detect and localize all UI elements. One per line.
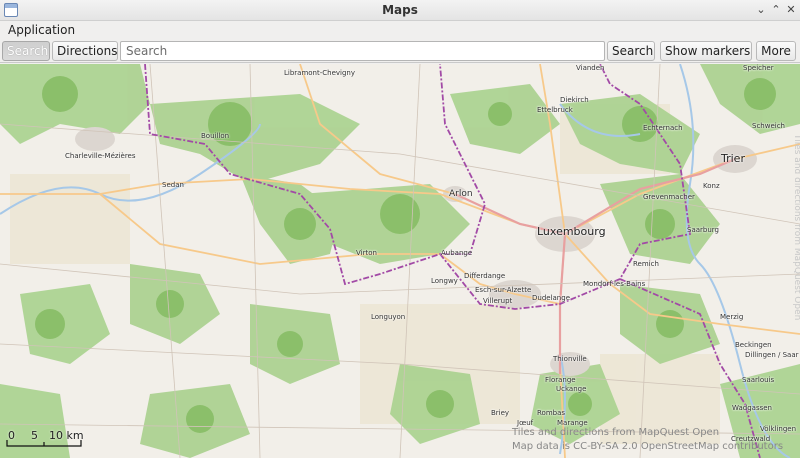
place-label: Dudelange	[532, 294, 570, 302]
place-label: Echternach	[643, 124, 683, 132]
place-label: Longuyon	[371, 313, 406, 321]
place-label: Konz	[703, 182, 720, 190]
tab-directions[interactable]: Directions	[52, 41, 118, 61]
place-label: Beckingen	[735, 341, 772, 349]
place-label: Ettelbruck	[537, 106, 573, 114]
place-label: Luxembourg	[537, 225, 606, 238]
place-label: Longwy	[431, 277, 458, 285]
place-label: Uckange	[556, 385, 587, 393]
place-label: Diekirch	[560, 96, 589, 104]
place-label: Vianden	[576, 64, 605, 72]
place-label: Saarburg	[687, 226, 719, 234]
place-label: Dillingen / Saar	[745, 351, 799, 359]
place-label: Schweich	[752, 122, 785, 130]
scale-label-zero: 0	[8, 429, 15, 442]
attribution-line-1: Tiles and directions from MapQuest Open	[512, 427, 720, 438]
place-label: Esch-sur-Alzette	[475, 286, 532, 294]
place-label: Libramont-Chevigny	[284, 69, 356, 77]
place-label: Jœuf	[517, 419, 534, 427]
place-label: Aubange	[441, 249, 473, 257]
place-label: Briey	[491, 409, 510, 417]
minimize-icon[interactable]: ⌄	[754, 3, 768, 17]
place-label: Speicher	[743, 64, 774, 72]
place-label: Mondorf-les-Bains	[583, 280, 646, 288]
place-label: Merzig	[720, 313, 744, 321]
place-label: Bouillon	[201, 132, 230, 140]
place-label: Wadgassen	[732, 404, 772, 412]
place-label: Charleville-Mézières	[65, 152, 136, 160]
search-input[interactable]	[120, 41, 605, 61]
place-label: Arlon	[449, 189, 473, 199]
show-markers-button[interactable]: Show markers	[660, 41, 752, 61]
place-label: Thionville	[553, 355, 587, 363]
toolbar: Search Directions Search Show markers Mo…	[0, 40, 800, 63]
side-watermark: Tiles and directions from MapQuest Open	[792, 134, 800, 321]
search-button[interactable]: Search	[607, 41, 655, 61]
place-label: Villerupt	[483, 297, 513, 305]
place-label: Marange	[557, 419, 588, 427]
attribution-line-2: Map data is CC-BY-SA 2.0 OpenStreetMap c…	[512, 441, 784, 452]
window-title: Maps	[382, 3, 418, 17]
place-label: Grevenmacher	[643, 193, 695, 201]
menu-application[interactable]: Application	[8, 23, 75, 37]
scale-label-ten: 10 km	[49, 429, 84, 442]
place-label: Florange	[545, 376, 576, 384]
more-button[interactable]: More	[756, 41, 796, 61]
map-view[interactable]: Vianden Speicher Libramont-Chevigny Diek…	[0, 64, 800, 458]
tab-search[interactable]: Search	[2, 41, 50, 61]
place-label: Rombas	[537, 409, 566, 417]
place-label: Differdange	[464, 272, 506, 280]
menubar: Application	[0, 21, 800, 40]
place-label: Völklingen	[760, 425, 797, 433]
place-label: Saarlouis	[742, 376, 775, 384]
place-label: Sedan	[162, 181, 184, 189]
maximize-icon[interactable]: ⌃	[769, 3, 783, 17]
place-label: Remich	[633, 260, 659, 268]
scale-label-five: 5	[31, 429, 38, 442]
close-icon[interactable]: ✕	[784, 3, 798, 17]
place-label: Trier	[721, 152, 745, 165]
window-titlebar: Maps ⌄ ⌃ ✕	[0, 0, 800, 21]
place-label: Virton	[356, 249, 377, 257]
